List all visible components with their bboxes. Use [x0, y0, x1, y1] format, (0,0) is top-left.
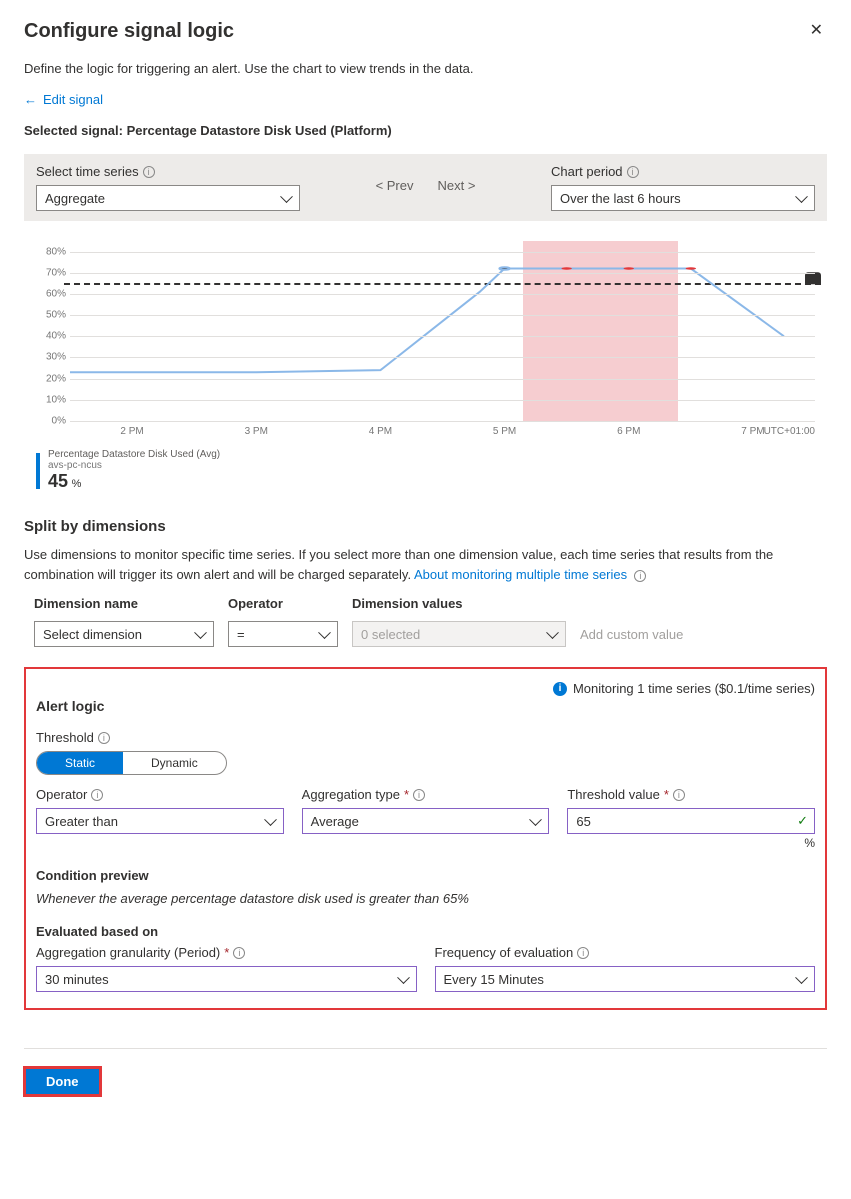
threshold-unit: % [567, 836, 815, 850]
check-icon: ✓ [797, 813, 808, 829]
info-icon[interactable]: i [627, 166, 639, 178]
done-button[interactable]: Done [26, 1069, 99, 1094]
info-icon[interactable]: i [233, 947, 245, 959]
dimensions-description: Use dimensions to monitor specific time … [24, 545, 827, 584]
chart-legend: Percentage Datastore Disk Used (Avg) avs… [36, 449, 827, 492]
time-series-label: Select time series i [36, 164, 300, 179]
edit-signal-link[interactable]: ← Edit signal [24, 92, 103, 107]
dimension-values-select: 0 selected [352, 621, 566, 647]
legend-unit: % [72, 478, 82, 490]
dimensions-link[interactable]: About monitoring multiple time series [414, 567, 627, 582]
threshold-toggle[interactable]: Static Dynamic [36, 751, 227, 775]
add-custom-value[interactable]: Add custom value [580, 627, 683, 642]
dimensions-title: Split by dimensions [24, 518, 827, 535]
info-icon[interactable]: i [143, 166, 155, 178]
legend-value: 45 [48, 471, 68, 491]
granularity-select[interactable]: 30 minutes [36, 966, 417, 992]
operator-label: Operator [36, 787, 87, 802]
info-icon[interactable]: i [91, 789, 103, 801]
edit-signal-label: Edit signal [43, 92, 103, 107]
info-blue-icon[interactable]: i [553, 682, 567, 696]
threshold-label: Threshold [36, 730, 94, 745]
granularity-label: Aggregation granularity (Period) [36, 945, 220, 960]
col-dimension-values: Dimension values [352, 596, 566, 611]
evaluated-based-on-label: Evaluated based on [36, 924, 158, 939]
chart-controls-bar: Select time series i Aggregate < Prev Ne… [24, 154, 827, 221]
operator-select[interactable]: Greater than [36, 808, 284, 834]
threshold-dynamic[interactable]: Dynamic [123, 752, 226, 774]
col-dimension-name: Dimension name [34, 596, 214, 611]
chart-period-select[interactable]: Over the last 6 hours [551, 185, 815, 211]
info-icon[interactable]: i [577, 947, 589, 959]
legend-series-name: Percentage Datastore Disk Used (Avg) [48, 449, 220, 460]
selected-signal-label: Selected signal: Percentage Datastore Di… [24, 123, 827, 138]
legend-resource: avs-pc-ncus [48, 460, 220, 471]
prev-link[interactable]: < Prev [376, 178, 414, 193]
frequency-label: Frequency of evaluation [435, 945, 574, 960]
info-icon[interactable]: i [98, 732, 110, 744]
close-icon[interactable]: ✕ [810, 20, 823, 40]
threshold-value-label: Threshold value [567, 787, 660, 802]
info-icon[interactable]: i [634, 570, 646, 582]
threshold-static[interactable]: Static [37, 752, 123, 774]
aggregation-label: Aggregation type [302, 787, 400, 802]
chart: 0%10%20%30%40%50%60%70%80% 2 PM3 PM4 PM5… [36, 241, 815, 441]
page-description: Define the logic for triggering an alert… [24, 61, 827, 76]
dimension-name-select[interactable]: Select dimension [34, 621, 214, 647]
next-link[interactable]: Next > [438, 178, 476, 193]
alert-logic-title: Alert logic [36, 698, 815, 714]
condition-preview-text: Whenever the average percentage datastor… [36, 891, 815, 906]
time-series-select[interactable]: Aggregate [36, 185, 300, 211]
alert-logic-section: i Monitoring 1 time series ($0.1/time se… [24, 667, 827, 1010]
chart-period-label: Chart period i [551, 164, 815, 179]
condition-preview-label: Condition preview [36, 868, 815, 883]
info-icon[interactable]: i [673, 789, 685, 801]
chart-line [70, 241, 815, 421]
monitoring-label: Monitoring 1 time series ($0.1/time seri… [573, 681, 815, 696]
frequency-select[interactable]: Every 15 Minutes [435, 966, 816, 992]
threshold-value-input[interactable]: 65 ✓ [567, 808, 815, 834]
page-title: Configure signal logic [24, 20, 827, 43]
info-icon[interactable]: i [413, 789, 425, 801]
col-operator: Operator [228, 596, 338, 611]
dimension-operator-select[interactable]: = [228, 621, 338, 647]
aggregation-select[interactable]: Average [302, 808, 550, 834]
arrow-left-icon: ← [24, 92, 37, 107]
